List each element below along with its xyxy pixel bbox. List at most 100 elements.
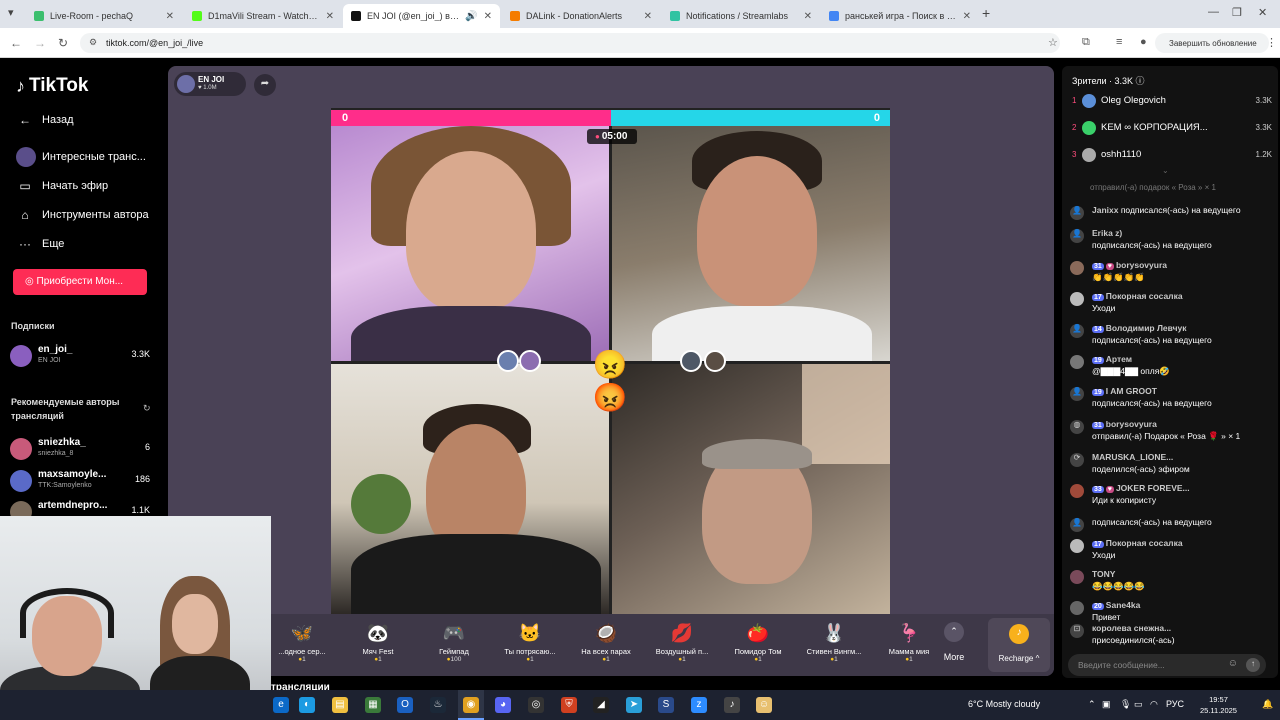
viewers-title[interactable]: Зрители · 3.3K ⓘ xyxy=(1072,74,1145,87)
top-viewer-row[interactable]: 1 Oleg Olegovich 3.3K xyxy=(1072,93,1272,111)
chat-input[interactable]: Введите сообщение... ☺ ↑ xyxy=(1068,654,1266,676)
tab-search-icon[interactable]: ▾ xyxy=(8,6,14,19)
outlook-icon[interactable]: O xyxy=(397,697,413,713)
team-right-avatar[interactable] xyxy=(680,350,702,372)
refresh-icon[interactable]: ↻ xyxy=(143,403,151,414)
team-right-avatar[interactable] xyxy=(704,350,726,372)
shield-icon[interactable]: ⛨ xyxy=(561,697,577,713)
chat-text: @▇▇▇4▇▇ опля🤣 xyxy=(1092,366,1170,376)
maximize-icon[interactable]: ❐ xyxy=(1232,6,1242,19)
top-viewer-row[interactable]: 2 KEM ∞ КОРПОРАЦИЯ... 3.3K xyxy=(1072,120,1272,138)
mute-icon[interactable]: 🔊 xyxy=(465,11,477,22)
emoji-icon[interactable]: ☺ xyxy=(1228,658,1238,669)
coin-icon: ♪ xyxy=(1009,624,1029,644)
rabbit-icon: 🐰 xyxy=(822,623,846,643)
back-arrow-icon[interactable]: ← xyxy=(10,36,22,50)
share-icon[interactable]: ➦ xyxy=(254,74,276,96)
telegram-icon[interactable]: ➤ xyxy=(626,697,642,713)
chat-text: поделился(-ась) эфиром xyxy=(1092,464,1190,474)
bookmark-star-icon[interactable]: ☆ xyxy=(1048,36,1058,49)
host-info[interactable]: EN JOI ♥ 1.0M xyxy=(174,72,246,96)
update-button[interactable]: Завершить обновление xyxy=(1155,33,1269,53)
close-icon[interactable]: ✕ xyxy=(804,11,812,22)
team-left-avatar[interactable] xyxy=(497,350,519,372)
system-clock[interactable]: 19:57 25.11.2025 xyxy=(1200,694,1237,716)
recommended-item[interactable]: maxsamoyle... TTK:Samoylenko 186 xyxy=(10,468,155,498)
start-live-label: Начать эфир xyxy=(42,180,109,192)
author-tools-link[interactable]: ⌂ Инструменты автора xyxy=(16,208,148,222)
browser-icon[interactable]: ◐ xyxy=(299,697,315,713)
close-icon[interactable]: ✕ xyxy=(166,11,174,22)
gift-item[interactable]: 🦋 ...одное сер... ●1 xyxy=(267,622,337,674)
browser-menu-icon[interactable]: ⋮ xyxy=(1266,36,1277,49)
gift-item[interactable]: 🐰 Стивен Вингм... ●1 xyxy=(799,622,869,674)
more-gifts-button[interactable]: ⌃ More xyxy=(931,622,977,674)
send-icon[interactable]: ↑ xyxy=(1246,658,1260,672)
tray-app-icon[interactable]: ▣ xyxy=(1102,699,1111,710)
panda-icon: 🐼 xyxy=(366,623,390,643)
battle-video-grid[interactable]: 0 0 ● 05:00 😠😡 xyxy=(331,108,890,616)
gift-item[interactable]: 🥥 На всех парах ●1 xyxy=(571,622,641,674)
forward-arrow-icon[interactable]: → xyxy=(34,36,46,50)
chrome-icon[interactable]: ◉ xyxy=(463,697,479,713)
capcut-icon[interactable]: ◢ xyxy=(593,697,609,713)
more-link[interactable]: ··· Еще xyxy=(16,237,64,251)
reload-icon[interactable]: ↻ xyxy=(58,36,68,50)
mic-icon[interactable]: 🎙 xyxy=(1120,699,1131,710)
start-live-link[interactable]: ▭ Начать эфир xyxy=(16,179,108,193)
tiktok-studio-icon[interactable]: ♪ xyxy=(724,697,740,713)
tiktok-logo[interactable]: ♪ TikTok xyxy=(16,75,88,97)
interesting-streams-link[interactable]: Интересные транс... xyxy=(16,147,146,167)
gift-item[interactable]: 🐼 Мяч Fest ●1 xyxy=(343,622,413,674)
team-left-avatar[interactable] xyxy=(519,350,541,372)
battery-icon[interactable]: ▭ xyxy=(1134,699,1143,710)
gift-item[interactable]: 🐱 Ты потрясаю... ●1 xyxy=(495,622,565,674)
obs-icon[interactable]: ◎ xyxy=(528,697,544,713)
tab-streamlabs[interactable]: Notifications / Streamlabs ✕ xyxy=(662,4,820,28)
recommended-item[interactable]: sniezhka_ sniezhka_8 6 xyxy=(10,436,155,466)
new-tab-button[interactable]: + xyxy=(982,5,990,21)
back-link[interactable]: ← Назад xyxy=(16,113,74,127)
gift-item[interactable]: 🍅 Помидор Том ●1 xyxy=(723,622,793,674)
gift-price: ●1 xyxy=(526,656,534,663)
subscription-item[interactable]: en_joi_ EN JOI 3.3K xyxy=(10,343,155,373)
close-icon[interactable]: ✕ xyxy=(644,11,652,22)
recharge-button[interactable]: ♪ Recharge ^ xyxy=(988,618,1050,672)
tab-d1mavili[interactable]: D1maVili Stream - Watch Live c ✕ xyxy=(184,4,342,28)
file-explorer-icon[interactable]: ▤ xyxy=(332,697,348,713)
media-control-icon[interactable]: ≡ xyxy=(1116,36,1122,48)
site-settings-icon[interactable]: ⚙ xyxy=(89,37,97,48)
tab-google-search[interactable]: ранськей игра - Поиск в Goo ✕ xyxy=(821,4,979,28)
keyboard-language[interactable]: РУС xyxy=(1166,699,1184,709)
battle-score-bar: 0 0 xyxy=(331,110,890,126)
zoom-icon[interactable]: z xyxy=(691,697,707,713)
gift-name: Помидор Том xyxy=(734,647,782,656)
notifications-icon[interactable]: 🔔 xyxy=(1262,699,1273,710)
buy-coins-button[interactable]: ◎ Приобрести Мон... xyxy=(13,269,147,295)
window-close-icon[interactable]: ✕ xyxy=(1258,6,1267,19)
close-icon[interactable]: ✕ xyxy=(326,11,334,22)
streamlabs-icon[interactable]: S xyxy=(658,697,674,713)
wifi-icon[interactable]: ◠ xyxy=(1150,699,1158,710)
app-icon[interactable]: ☺ xyxy=(756,697,772,713)
extensions-icon[interactable]: ⧉ xyxy=(1082,36,1090,49)
tab-en-joi[interactable]: EN JOI (@en_joi_) в эфире 🔊 ✕ xyxy=(343,4,500,28)
tray-chevron-icon[interactable]: ⌃ xyxy=(1088,699,1096,710)
close-icon[interactable]: ✕ xyxy=(484,11,492,22)
store-icon[interactable]: ▦ xyxy=(365,697,381,713)
gift-item[interactable]: 💋 Воздушный п... ●1 xyxy=(647,622,717,674)
clock-date: 25.11.2025 xyxy=(1200,706,1237,715)
gift-item[interactable]: 🎮 Геймпад ●100 xyxy=(419,622,489,674)
top-viewer-row[interactable]: 3 oshh1110 1.2K xyxy=(1072,147,1272,165)
profile-avatar-icon[interactable]: ● xyxy=(1140,36,1147,48)
weather-widget[interactable]: 6°C Mostly cloudy xyxy=(968,699,1040,709)
edge-icon[interactable]: e xyxy=(273,697,289,713)
tab-donationalerts[interactable]: DALink - DonationAlerts ✕ xyxy=(502,4,660,28)
tab-live-room[interactable]: Live-Room - pechaQ ✕ xyxy=(26,4,182,28)
steam-icon[interactable]: ♨ xyxy=(430,697,446,713)
chevron-down-icon[interactable]: ⌄ xyxy=(1162,166,1169,175)
close-icon[interactable]: ✕ xyxy=(963,11,971,22)
minimize-icon[interactable]: — xyxy=(1208,6,1219,18)
discord-icon[interactable]: ◕ xyxy=(495,697,511,713)
url-field[interactable]: ⚙ tiktok.com/@en_joi_/live xyxy=(80,33,1060,53)
